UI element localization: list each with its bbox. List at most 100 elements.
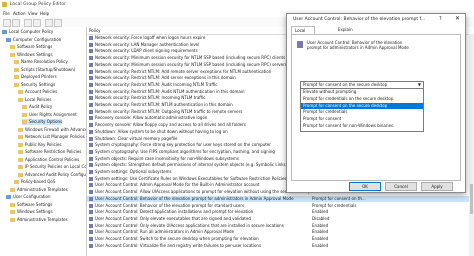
tree-item-label: User Configuration: [13, 194, 51, 199]
policy-description: User Account Control: Behavior of the el…: [307, 40, 409, 50]
tree-item[interactable]: Windows Firewall with Advanced Security: [18, 126, 86, 133]
tree-item[interactable]: Administrative Templates: [10, 187, 68, 193]
table-row[interactable]: User Account Control: Behavior of the el…: [87, 195, 474, 202]
scrollbar-thumb[interactable]: [470, 184, 473, 214]
up-folder-icon[interactable]: [24, 19, 32, 27]
policy-setting: Enabled: [312, 236, 329, 241]
tree-item[interactable]: Deployed Printers: [14, 74, 57, 80]
policy-icon: [89, 103, 93, 107]
show-hide-tree-icon[interactable]: [33, 19, 41, 27]
dropdown-option[interactable]: Prompt for consent: [301, 116, 423, 122]
tree-item[interactable]: Windows Settings: [10, 209, 53, 215]
policy-name: Network security: Restrict NTLM: Add ser…: [95, 75, 236, 81]
back-icon[interactable]: [3, 19, 11, 27]
tree-item[interactable]: Administrative Templates: [10, 217, 68, 223]
tree-item[interactable]: User Rights Assignment: [22, 112, 77, 118]
tree-item[interactable]: Account Policies: [18, 89, 57, 95]
tree-item[interactable]: Computer Configuration: [6, 37, 61, 43]
folder-icon: [18, 142, 23, 147]
close-icon[interactable]: ✕: [452, 15, 463, 22]
tree-item-label: Scripts (Startup/Shutdown): [21, 66, 76, 72]
tree-item[interactable]: Network List Manager Policies: [18, 134, 85, 140]
folder-icon: [14, 67, 19, 72]
policy-icon: [89, 196, 93, 201]
forward-icon[interactable]: [12, 19, 20, 27]
dropdown-option[interactable]: Prompt for consent for non-Windows binar…: [301, 123, 423, 129]
table-row[interactable]: User Account Control: Run all administra…: [87, 229, 474, 235]
policy-name: User Account Control: Run all administra…: [95, 229, 235, 235]
tree-item[interactable]: Software Settings: [10, 44, 52, 50]
policy-setting: Enabled: [312, 209, 329, 215]
tree-item[interactable]: Policy-based QoS: [14, 179, 55, 185]
policy-icon: [89, 56, 93, 61]
policy-icon: [89, 109, 93, 114]
tree-item[interactable]: Public Key Policies: [18, 142, 61, 148]
policy-name: Network security: LDAP client signing re…: [95, 48, 198, 54]
dropdown-option[interactable]: Prompt for credentials on the secure des…: [301, 96, 423, 102]
help-question-icon[interactable]: ?: [439, 16, 442, 22]
tree-item-label: Account Policies: [25, 89, 58, 94]
folder-icon: [10, 52, 15, 57]
table-row[interactable]: User Account Control: Switch to the secu…: [87, 236, 474, 242]
tree-item[interactable]: Scripts (Startup/Shutdown): [14, 67, 75, 73]
tree-item[interactable]: Software Restriction Policies: [18, 149, 81, 155]
tree-item-label: Name Resolution Policy: [21, 59, 68, 64]
policy-name: User Account Control: Behavior of the el…: [95, 202, 245, 208]
policy-icon: [89, 223, 93, 228]
cancel-button[interactable]: Cancel: [385, 182, 417, 191]
policy-name: System cryptography: Force strong key pr…: [95, 142, 271, 148]
tree-item-label: Audit Policy: [29, 104, 53, 109]
column-header-policy[interactable]: Policy: [89, 28, 101, 33]
list-scrollbar[interactable]: [469, 34, 474, 256]
tree-item[interactable]: IP Security Policies on Local Computer: [18, 164, 86, 170]
tree-item[interactable]: Security Options: [22, 119, 63, 125]
policy-name: Network security: Restrict NTLM: NTLM au…: [95, 102, 233, 107]
export-list-icon[interactable]: [45, 19, 53, 27]
policy-icon: [89, 143, 93, 148]
table-row[interactable]: User Account Control: Only elevate execu…: [87, 216, 474, 222]
tree-item-label: Advanced Audit Policy Configuration: [25, 171, 86, 177]
tree-item[interactable]: Software Settings: [10, 202, 52, 208]
policy-icon: [89, 190, 93, 195]
tree-item-label: Windows Firewall with Advanced Security: [25, 126, 86, 132]
tree-item[interactable]: Windows Settings: [10, 52, 53, 58]
tree-item[interactable]: Name Resolution Policy: [14, 59, 68, 65]
policy-icon: [89, 42, 93, 47]
policy-icon: [89, 237, 93, 241]
policy-name: Shutdown: Allow system to be shut down w…: [95, 128, 228, 134]
table-row[interactable]: User Account Control: Only elevate UIAcc…: [87, 223, 474, 229]
policy-name: User Account Control: Only elevate UIAcc…: [95, 222, 284, 228]
dropdown-option[interactable]: Prompt for consent on the secure desktop: [301, 102, 423, 109]
policy-icon: [89, 116, 93, 121]
policy-icon: [89, 210, 93, 215]
policy-name: Network security: Force logoff when logo…: [95, 35, 206, 40]
table-row[interactable]: User Account Control: Detect application…: [87, 209, 474, 215]
menu-help[interactable]: Help: [40, 11, 49, 16]
tree-item[interactable]: Advanced Audit Policy Configuration: [18, 171, 86, 178]
ok-button[interactable]: OK: [349, 182, 381, 191]
tree-item-label: Application Control Policies: [25, 156, 80, 162]
tree-item[interactable]: Audit Policy: [22, 104, 52, 110]
tab-explain[interactable]: Explain: [335, 26, 356, 34]
tree-item[interactable]: Local Computer Policy: [2, 29, 53, 35]
menu-view[interactable]: View: [28, 11, 38, 16]
app-icon: [2, 2, 7, 7]
tree-item-label: Security Options: [29, 119, 63, 124]
dropdown-option[interactable]: Prompt for credentials: [301, 109, 423, 115]
help-icon[interactable]: [54, 19, 62, 27]
folder-icon: [22, 105, 27, 109]
policy-name: Network security: Restrict NTLM: Outgoin…: [95, 108, 243, 114]
dropdown-option[interactable]: Elevate without prompting: [301, 89, 423, 95]
policy-name: Network security: Minimum session securi…: [95, 61, 287, 67]
apply-button[interactable]: Apply: [421, 182, 453, 191]
tree-item[interactable]: User Configuration: [6, 194, 51, 200]
tree-item[interactable]: Security Settings: [14, 82, 55, 88]
table-row[interactable]: User Account Control: Behavior of the el…: [87, 203, 474, 209]
menu-action[interactable]: Action: [13, 11, 26, 16]
policy-name: System objects: Strengthen default permi…: [95, 162, 288, 168]
tree-item[interactable]: Local Policies: [18, 97, 51, 103]
policy-name: Network security: Restrict NTLM: Audit I…: [95, 81, 218, 87]
menu-file[interactable]: File: [3, 11, 10, 16]
table-row[interactable]: User Account Control: Virtualize file an…: [87, 243, 474, 249]
tree-item[interactable]: Application Control Policies: [18, 157, 79, 163]
